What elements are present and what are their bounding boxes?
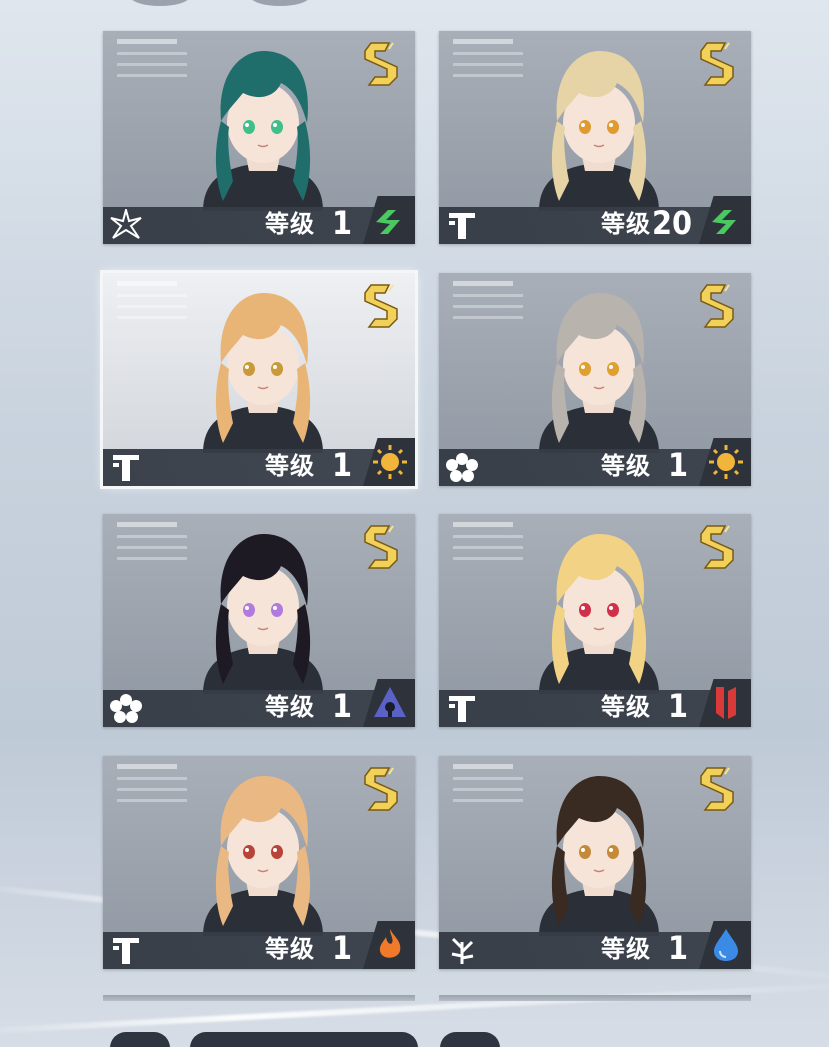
level-label: 等级 bbox=[265, 935, 315, 963]
character-portrait bbox=[163, 273, 363, 453]
partial-card[interactable] bbox=[439, 995, 751, 1001]
rank-s-icon bbox=[359, 764, 403, 814]
rank-s-icon bbox=[359, 522, 403, 572]
character-portrait bbox=[499, 514, 699, 694]
wind-element-icon bbox=[699, 196, 751, 244]
character-card[interactable]: 等级 1 bbox=[103, 514, 415, 727]
blade-element-icon bbox=[699, 679, 751, 727]
starburst-class-icon bbox=[109, 206, 143, 241]
wind-element-icon bbox=[363, 196, 415, 244]
top-scroll-edge bbox=[250, 0, 310, 6]
bottom-left-button[interactable] bbox=[110, 1032, 170, 1047]
pillar-class-icon bbox=[445, 209, 479, 241]
character-portrait bbox=[163, 31, 363, 211]
level-value: 20 bbox=[652, 204, 693, 242]
character-card[interactable]: 等级 1 bbox=[100, 270, 418, 489]
level-value: 1 bbox=[331, 687, 352, 725]
level-value: 1 bbox=[331, 929, 352, 967]
rank-s-icon bbox=[359, 281, 403, 331]
background-light-streak bbox=[0, 980, 829, 1036]
rank-s-icon bbox=[695, 764, 739, 814]
rank-s-icon bbox=[359, 39, 403, 89]
bottom-right-button[interactable] bbox=[440, 1032, 500, 1047]
level-label: 等级 bbox=[601, 452, 651, 480]
character-portrait bbox=[499, 756, 699, 936]
rank-s-icon bbox=[695, 522, 739, 572]
character-card[interactable]: 等级 1 bbox=[103, 31, 415, 244]
level-value: 1 bbox=[667, 446, 688, 484]
character-card[interactable]: 等级 1 bbox=[439, 514, 751, 727]
level-label: 等级 bbox=[265, 452, 315, 480]
void-element-icon bbox=[363, 679, 415, 727]
water-element-icon bbox=[699, 921, 751, 969]
partial-card[interactable] bbox=[103, 995, 415, 1001]
character-portrait bbox=[163, 756, 363, 936]
flower-class-icon bbox=[445, 451, 479, 483]
character-portrait bbox=[499, 31, 699, 211]
bottom-main-button[interactable] bbox=[190, 1032, 418, 1047]
level-label: 等级 bbox=[265, 210, 315, 238]
character-card[interactable]: 等级 20 bbox=[439, 31, 751, 244]
character-card[interactable]: 等级 1 bbox=[439, 756, 751, 969]
level-value: 1 bbox=[667, 687, 688, 725]
level-label: 等级 bbox=[601, 693, 651, 721]
sun-element-icon bbox=[699, 438, 751, 486]
pillar-class-icon bbox=[109, 934, 143, 966]
level-label: 等级 bbox=[601, 935, 651, 963]
character-card[interactable]: 等级 1 bbox=[103, 756, 415, 969]
character-portrait bbox=[499, 273, 699, 453]
flower-class-icon bbox=[109, 692, 143, 724]
rank-s-icon bbox=[695, 39, 739, 89]
sun-element-icon bbox=[363, 438, 415, 486]
branch-class-icon bbox=[445, 934, 479, 966]
top-scroll-edge bbox=[130, 0, 190, 6]
level-value: 1 bbox=[331, 446, 352, 484]
level-label: 等级 bbox=[601, 210, 651, 238]
rank-s-icon bbox=[695, 281, 739, 331]
fire-element-icon bbox=[363, 921, 415, 969]
level-label: 等级 bbox=[265, 693, 315, 721]
character-portrait bbox=[163, 514, 363, 694]
pillar-class-icon bbox=[109, 451, 143, 483]
character-card[interactable]: 等级 1 bbox=[439, 273, 751, 486]
level-value: 1 bbox=[331, 204, 352, 242]
pillar-class-icon bbox=[445, 692, 479, 724]
level-value: 1 bbox=[667, 929, 688, 967]
